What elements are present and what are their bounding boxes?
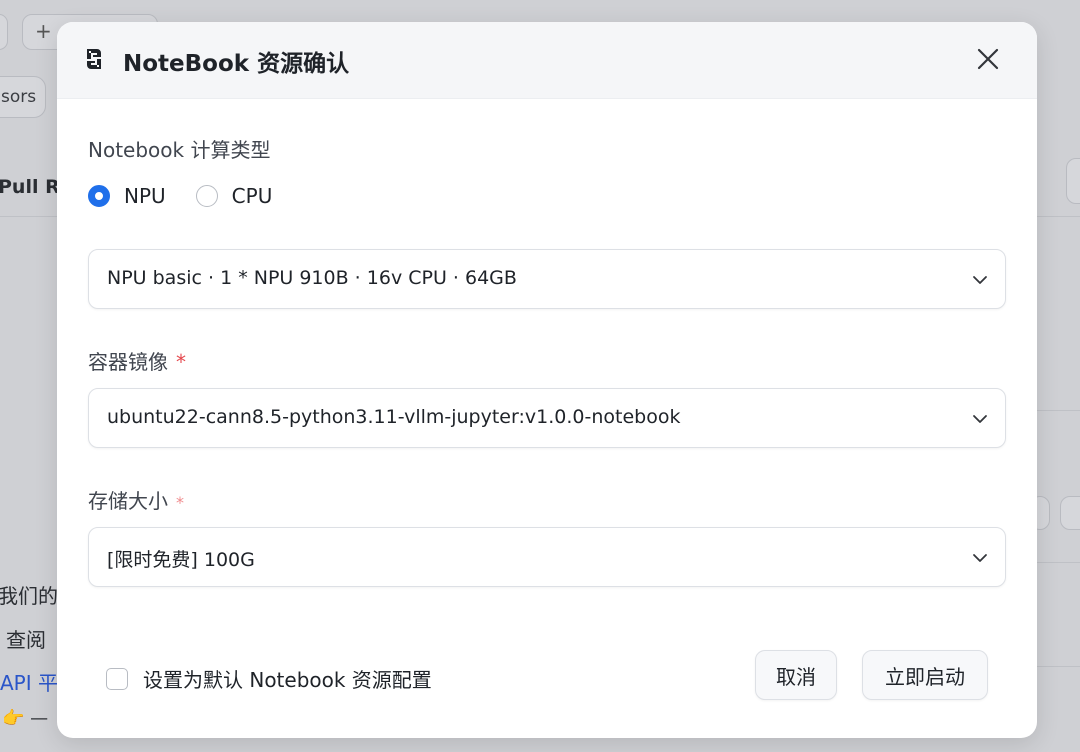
required-mark: * (176, 350, 186, 374)
hardware-select-value: NPU basic · 1 * NPU 910B · 16v CPU · 64G… (107, 267, 517, 289)
default-config-checkbox[interactable] (106, 667, 128, 690)
default-config-checkbox-row[interactable]: 设置为默认 Notebook 资源配置 (106, 664, 432, 693)
chevron-down-icon (973, 554, 987, 562)
bg-tag-text: sors (1, 87, 37, 107)
bg-text-line-1: 我们的 (0, 584, 58, 608)
chevron-down-icon (973, 415, 987, 423)
plus-icon: + (35, 19, 52, 43)
compute-type-radio-group: NPU CPU (88, 182, 302, 210)
container-image-select[interactable]: ubuntu22-cann8.5-python3.11-vllm-jupyter… (88, 388, 1006, 448)
dialog-header: NoteBook 资源确认 (57, 22, 1037, 99)
required-mark: * (176, 493, 184, 512)
default-config-checkbox-label: 设置为默认 Notebook 资源配置 (143, 668, 432, 692)
radio-npu-circle[interactable] (88, 185, 110, 207)
cancel-button[interactable]: 取消 (755, 650, 837, 700)
compute-type-label: Notebook 计算类型 (88, 138, 271, 162)
bg-text-line-4: 👉 — (2, 708, 49, 729)
bg-link-line-3: API 平 (0, 671, 58, 695)
bg-tag: sors (0, 76, 46, 118)
radio-cpu[interactable]: CPU (195, 184, 273, 208)
python-logo-icon (87, 49, 101, 69)
radio-npu[interactable]: NPU (88, 184, 166, 208)
radio-cpu-label: CPU (231, 184, 273, 208)
storage-size-select-value: [限时免费] 100G (107, 549, 255, 571)
container-image-label-text: 容器镜像 (88, 350, 168, 374)
bg-text-line-2: 查阅 (6, 628, 46, 652)
close-icon[interactable] (975, 46, 1001, 72)
dialog-title: NoteBook 资源确认 (123, 51, 350, 77)
storage-size-label: 存储大小 * (88, 485, 184, 514)
bg-right-button (1066, 158, 1080, 204)
bg-right-chip-2 (1060, 496, 1080, 530)
radio-cpu-circle[interactable] (195, 185, 218, 207)
chevron-down-icon (973, 276, 987, 284)
start-now-button[interactable]: 立即启动 (862, 650, 988, 700)
storage-size-select[interactable]: [限时免费] 100G (88, 527, 1006, 587)
container-image-select-value: ubuntu22-cann8.5-python3.11-vllm-jupyter… (107, 406, 681, 428)
radio-npu-label: NPU (124, 184, 166, 208)
hardware-select[interactable]: NPU basic · 1 * NPU 910B · 16v CPU · 64G… (88, 249, 1006, 309)
container-image-label: 容器镜像 * (88, 346, 186, 375)
storage-size-label-text: 存储大小 (88, 489, 168, 513)
notebook-resource-dialog: NoteBook 资源确认 Notebook 计算类型 NPU CPU NPU … (57, 22, 1037, 738)
bg-button-left (0, 14, 8, 50)
